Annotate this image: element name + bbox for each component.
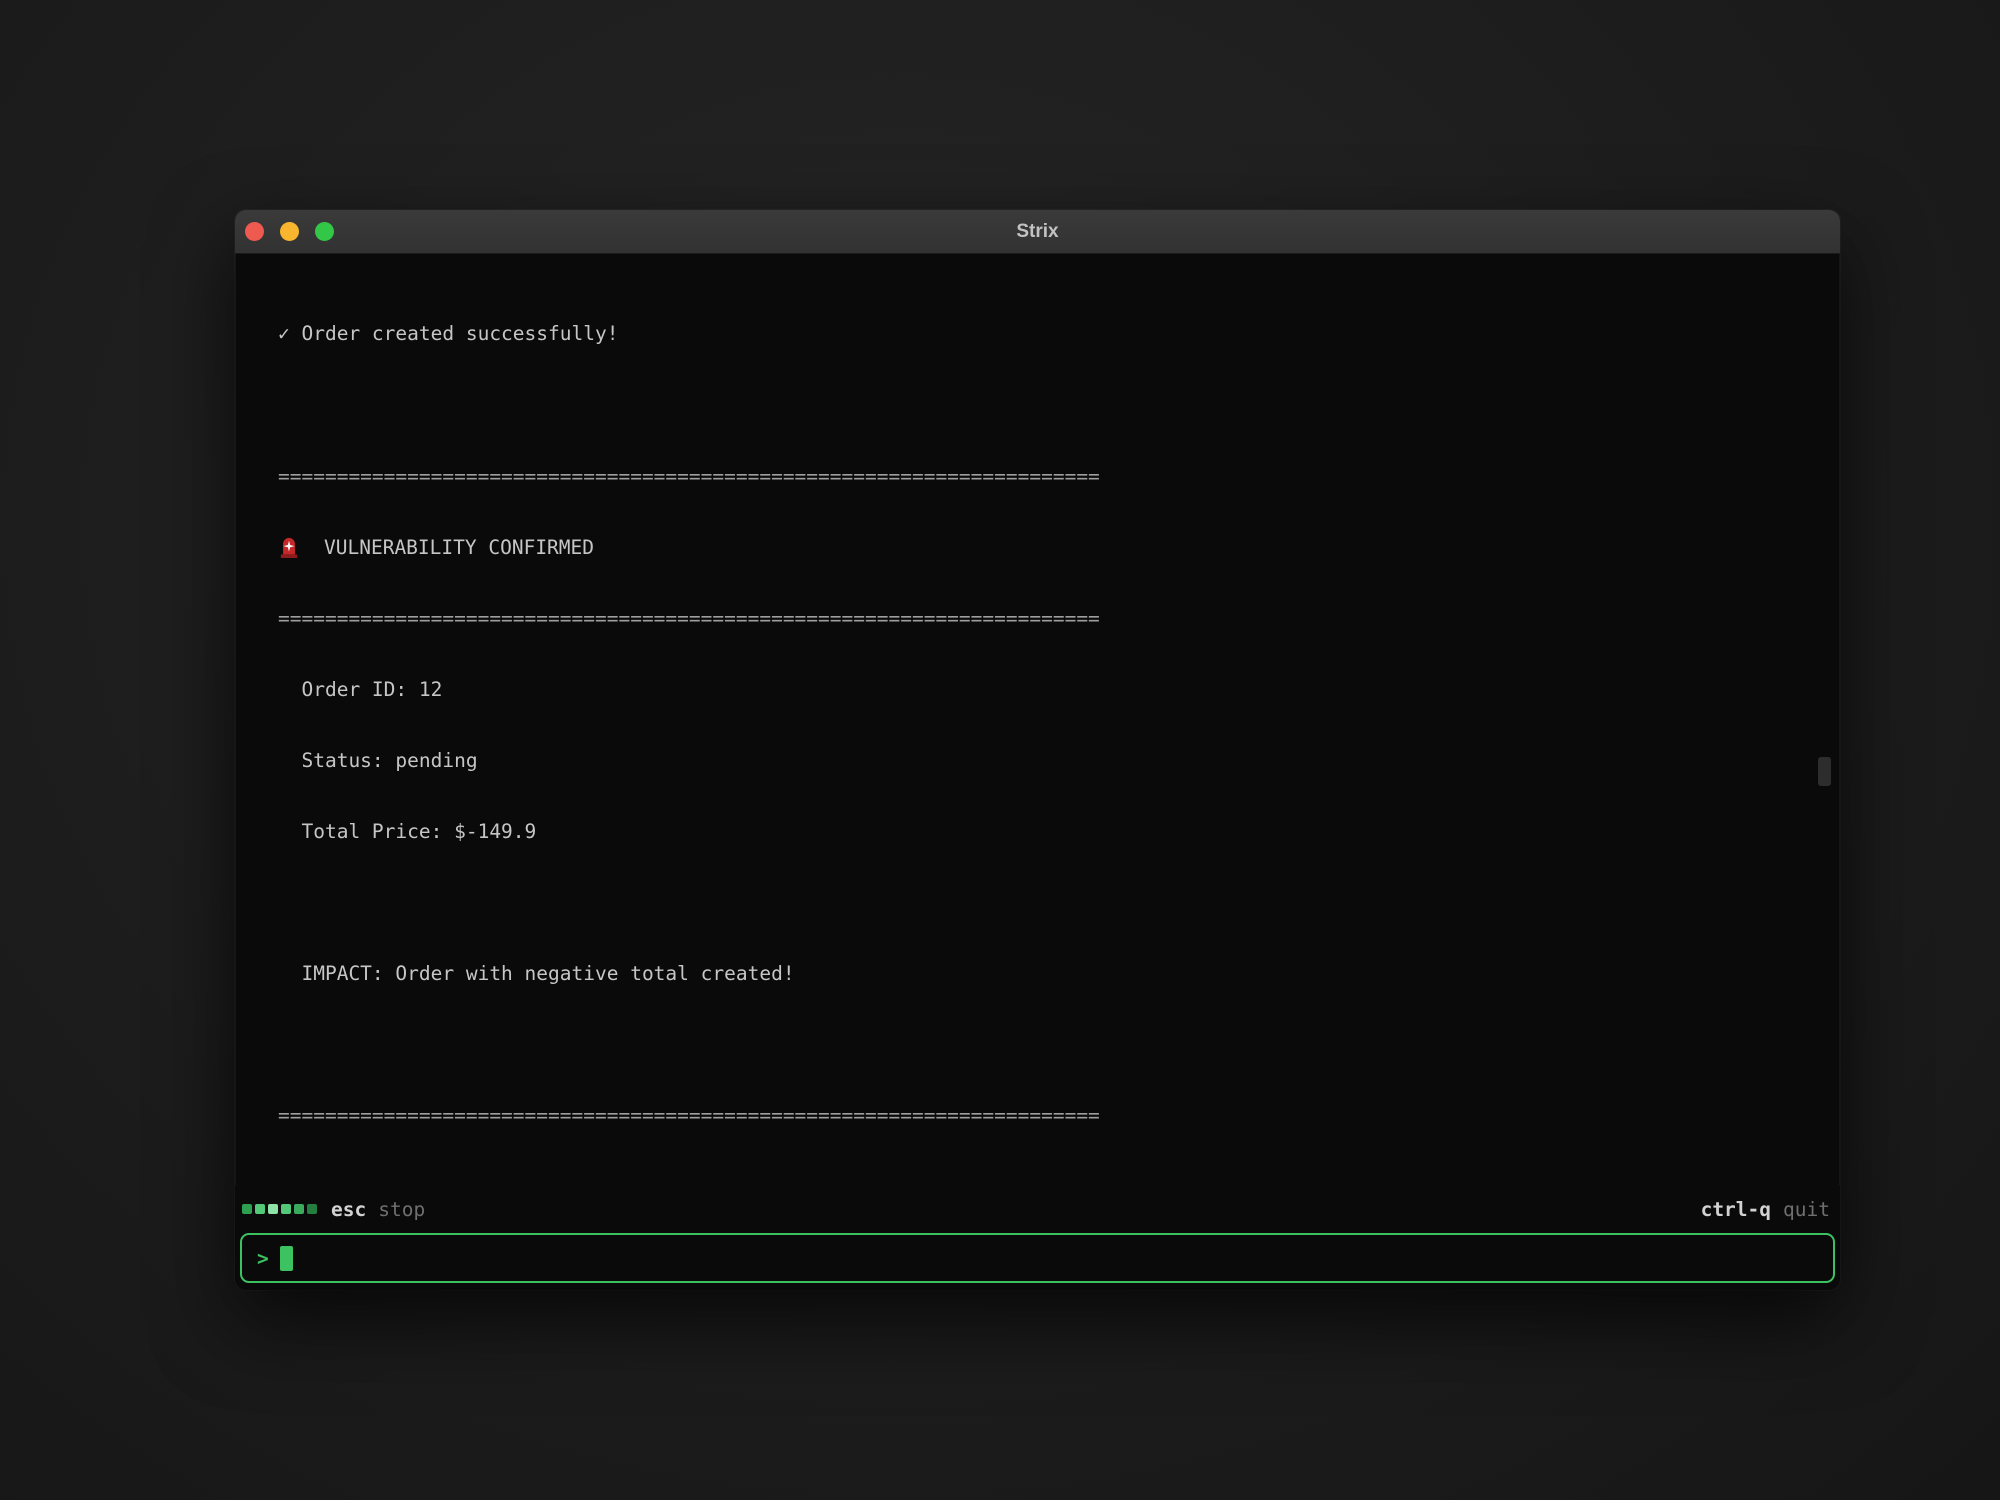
- command-input-container: >: [235, 1233, 1840, 1290]
- spinner-icon: [242, 1204, 317, 1214]
- app-window: Strix ✓ Order created successfully! ====…: [235, 210, 1840, 1290]
- quit-action-label: quit: [1783, 1198, 1830, 1221]
- status-bar: esc stop ctrl-q quit: [235, 1185, 1840, 1233]
- vulnerability-confirmed-text: VULNERABILITY CONFIRMED: [324, 536, 594, 560]
- total-price-line: Total Price: $-149.9: [278, 820, 1839, 844]
- ctrl-q-key-hint[interactable]: ctrl-q: [1701, 1198, 1771, 1221]
- prompt-symbol: >: [257, 1247, 269, 1270]
- order-success-message: ✓ Order created successfully!: [278, 322, 1839, 346]
- command-input[interactable]: >: [240, 1233, 1835, 1283]
- esc-key-hint[interactable]: esc: [331, 1198, 366, 1221]
- spinner-square: [281, 1204, 291, 1214]
- spinner-square: [307, 1204, 317, 1214]
- stop-action-label: stop: [378, 1198, 425, 1221]
- spinner-square: [294, 1204, 304, 1214]
- spinner-square: [242, 1204, 252, 1214]
- spinner-square: [268, 1204, 278, 1214]
- siren-icon: [278, 536, 300, 559]
- divider: ========================================…: [278, 465, 1839, 489]
- terminal-output-area: ✓ Order created successfully! ==========…: [235, 254, 1840, 1185]
- window-title: Strix: [235, 221, 1840, 243]
- text-cursor: [280, 1246, 293, 1271]
- vulnerability-confirmed-heading: VULNERABILITY CONFIRMED: [278, 536, 1839, 560]
- divider: ========================================…: [278, 607, 1839, 631]
- scrollbar-thumb[interactable]: [1818, 757, 1831, 786]
- order-status-line: Status: pending: [278, 749, 1839, 773]
- divider: ========================================…: [278, 1104, 1839, 1128]
- impact-line: IMPACT: Order with negative total create…: [278, 962, 1839, 986]
- order-id-line: Order ID: 12: [278, 678, 1839, 702]
- spinner-square: [255, 1204, 265, 1214]
- title-bar: Strix: [235, 210, 1840, 254]
